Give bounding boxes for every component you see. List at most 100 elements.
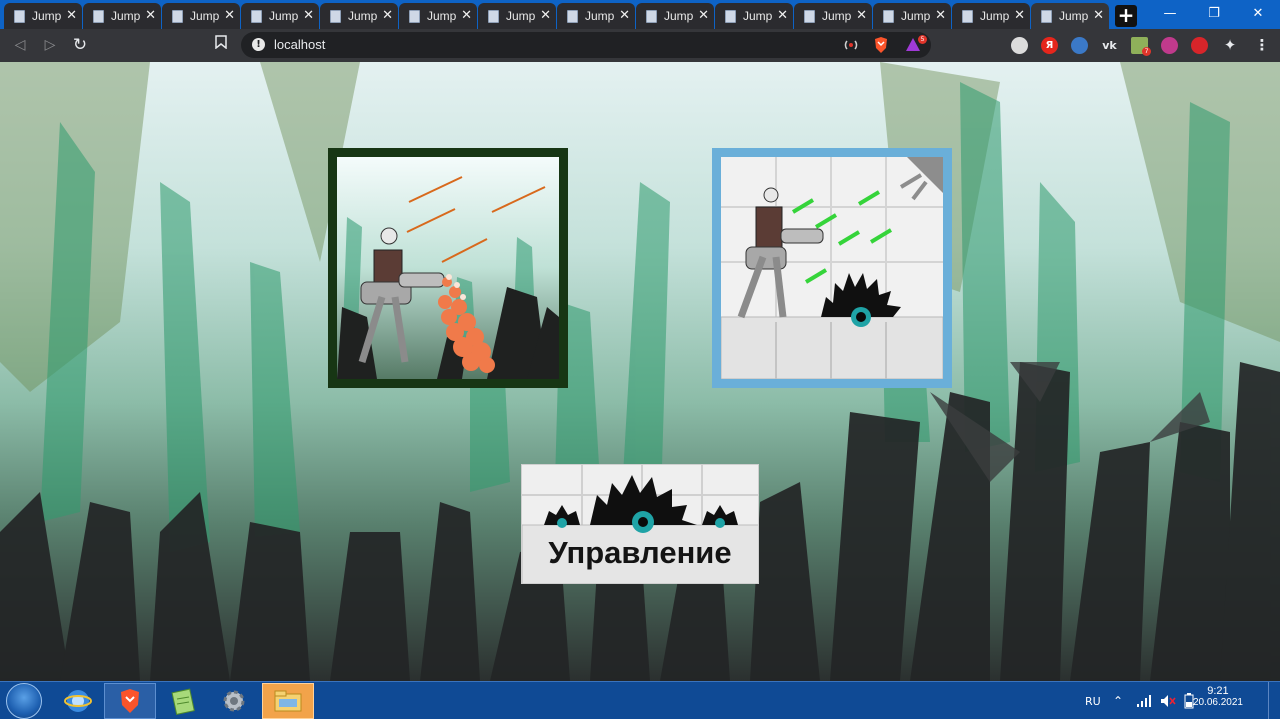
page-favicon-icon bbox=[14, 9, 25, 23]
close-tab-icon[interactable]: ✕ bbox=[1093, 8, 1104, 23]
notepad-taskbar-icon[interactable] bbox=[156, 683, 208, 719]
vk-extension-icon[interactable]: vk bbox=[1101, 37, 1118, 54]
browser-tab[interactable]: Jump ✕ bbox=[241, 3, 319, 29]
save-extension-icon[interactable] bbox=[1191, 37, 1208, 54]
language-indicator[interactable]: RU bbox=[1085, 682, 1101, 719]
browser-tab[interactable]: Jump ✕ bbox=[399, 3, 477, 29]
close-tab-icon[interactable]: ✕ bbox=[224, 8, 235, 23]
tab-title: Jump bbox=[111, 9, 141, 23]
close-tab-icon[interactable]: ✕ bbox=[777, 8, 788, 23]
address-url[interactable]: localhost bbox=[274, 37, 325, 52]
brave-shield-icon[interactable] bbox=[873, 36, 889, 54]
browser-tab[interactable]: Jump ✕ bbox=[873, 3, 951, 29]
network-signal-icon[interactable] bbox=[1136, 695, 1152, 707]
tab-title: Jump bbox=[980, 9, 1010, 23]
tab-title: Jump bbox=[743, 9, 773, 23]
system-clock[interactable]: 9:21 20.06.2021 bbox=[1193, 685, 1243, 708]
browser-tab[interactable]: Jump ✕ bbox=[162, 3, 240, 29]
controls-button-label[interactable]: Управление bbox=[522, 535, 758, 571]
tab-title: Jump bbox=[664, 9, 694, 23]
volume-muted-icon[interactable] bbox=[1160, 694, 1176, 708]
browser-tab[interactable]: Jump ✕ bbox=[952, 3, 1030, 29]
clock-time: 9:21 bbox=[1207, 685, 1229, 697]
close-tab-icon[interactable]: ✕ bbox=[1014, 8, 1025, 23]
page-favicon-icon bbox=[567, 9, 578, 23]
tab-title: Jump bbox=[190, 9, 220, 23]
show-hidden-icons-icon[interactable]: ⌃ bbox=[1113, 682, 1123, 719]
window-controls: — ❐ ✕ bbox=[1148, 0, 1280, 26]
level-card-lab[interactable] bbox=[712, 148, 952, 388]
tab-title: Jump bbox=[427, 9, 457, 23]
extension-badge: 7 bbox=[1142, 47, 1151, 56]
close-tab-icon[interactable]: ✕ bbox=[382, 8, 393, 23]
browser-tab[interactable]: Jump ✕ bbox=[83, 3, 161, 29]
reload-icon[interactable]: ↻ bbox=[70, 35, 90, 55]
bookmark-icon[interactable] bbox=[211, 35, 231, 55]
speedometer-extension-icon[interactable] bbox=[1011, 37, 1028, 54]
screen: Jump ✕ Jump ✕ Jump ✕ Jump ✕ Jump ✕ Jump ✕ Jump… bbox=[0, 0, 1280, 719]
restore-icon[interactable]: ❐ bbox=[1192, 0, 1236, 26]
yandex-extension-icon[interactable]: Я bbox=[1041, 37, 1058, 54]
browser-toolbar: ◁ ▷ ↻ ! localhost 5 Я vk 7 ✦ ⋮ bbox=[0, 29, 1280, 62]
tab-title: Jump bbox=[506, 9, 536, 23]
tab-title: Jump bbox=[348, 9, 378, 23]
show-desktop-button[interactable] bbox=[1268, 682, 1280, 719]
page-favicon-icon bbox=[488, 9, 499, 23]
site-info-icon[interactable]: ! bbox=[252, 38, 265, 51]
browser-tab-active[interactable]: Jump ✕ bbox=[1031, 3, 1109, 29]
clock-date: 20.06.2021 bbox=[1192, 697, 1243, 708]
browser-tab[interactable]: Jump ✕ bbox=[557, 3, 635, 29]
browser-tab[interactable]: Jump ✕ bbox=[636, 3, 714, 29]
page-favicon-icon bbox=[725, 9, 736, 23]
settings-gear-taskbar-icon[interactable] bbox=[208, 683, 260, 719]
browser-tab[interactable]: Jump ✕ bbox=[794, 3, 872, 29]
rewards-badge: 5 bbox=[918, 35, 927, 44]
game-page: Управление bbox=[0, 62, 1280, 681]
page-favicon-icon bbox=[330, 9, 341, 23]
page-favicon-icon bbox=[804, 9, 815, 23]
browser-tab[interactable]: Jump ✕ bbox=[478, 3, 556, 29]
tab-title: Jump bbox=[32, 9, 62, 23]
browser-tab[interactable]: Jump ✕ bbox=[320, 3, 398, 29]
close-tab-icon[interactable]: ✕ bbox=[145, 8, 156, 23]
tab-title: Jump bbox=[901, 9, 931, 23]
address-bar[interactable]: ! localhost 5 bbox=[241, 32, 931, 58]
file-explorer-taskbar-icon[interactable] bbox=[262, 683, 314, 719]
page-favicon-icon bbox=[1041, 9, 1052, 23]
close-tab-icon[interactable]: ✕ bbox=[461, 8, 472, 23]
page-favicon-icon bbox=[646, 9, 657, 23]
minimize-icon[interactable]: — bbox=[1148, 0, 1192, 26]
brave-taskbar-icon[interactable] bbox=[104, 683, 156, 719]
tab-title: Jump bbox=[585, 9, 615, 23]
close-tab-icon[interactable]: ✕ bbox=[66, 8, 77, 23]
tab-title: Jump bbox=[822, 9, 852, 23]
gear-extension-icon[interactable] bbox=[1071, 37, 1088, 54]
browser-tab[interactable]: Jump ✕ bbox=[4, 3, 82, 29]
tab-title: Jump bbox=[269, 9, 299, 23]
lab-level-icon bbox=[721, 157, 943, 379]
close-window-icon[interactable]: ✕ bbox=[1236, 0, 1280, 26]
forward-icon[interactable]: ▷ bbox=[40, 35, 60, 55]
extensions-puzzle-icon[interactable]: ✦ bbox=[1220, 35, 1240, 55]
back-icon[interactable]: ◁ bbox=[10, 35, 30, 55]
menu-kebab-icon[interactable]: ⋮ bbox=[1252, 35, 1272, 55]
page-favicon-icon bbox=[251, 9, 262, 23]
page-favicon-icon bbox=[93, 9, 104, 23]
start-button-icon[interactable] bbox=[6, 683, 42, 719]
browser-tab[interactable]: Jump ✕ bbox=[715, 3, 793, 29]
close-tab-icon[interactable]: ✕ bbox=[303, 8, 314, 23]
close-tab-icon[interactable]: ✕ bbox=[698, 8, 709, 23]
taskbar: RU ⌃ 9:21 20.06.2021 bbox=[0, 681, 1280, 719]
page-favicon-icon bbox=[172, 9, 183, 23]
level-card-forest[interactable] bbox=[328, 148, 568, 388]
controls-button[interactable]: Управление bbox=[521, 464, 759, 584]
internet-explorer-taskbar-icon[interactable] bbox=[52, 683, 104, 719]
close-tab-icon[interactable]: ✕ bbox=[935, 8, 946, 23]
new-tab-button[interactable]: + bbox=[1115, 5, 1137, 27]
close-tab-icon[interactable]: ✕ bbox=[619, 8, 630, 23]
vpn-extension-icon[interactable] bbox=[1161, 37, 1178, 54]
close-tab-icon[interactable]: ✕ bbox=[540, 8, 551, 23]
broadcast-icon[interactable] bbox=[843, 37, 859, 53]
close-tab-icon[interactable]: ✕ bbox=[856, 8, 867, 23]
forest-background bbox=[0, 62, 1280, 681]
